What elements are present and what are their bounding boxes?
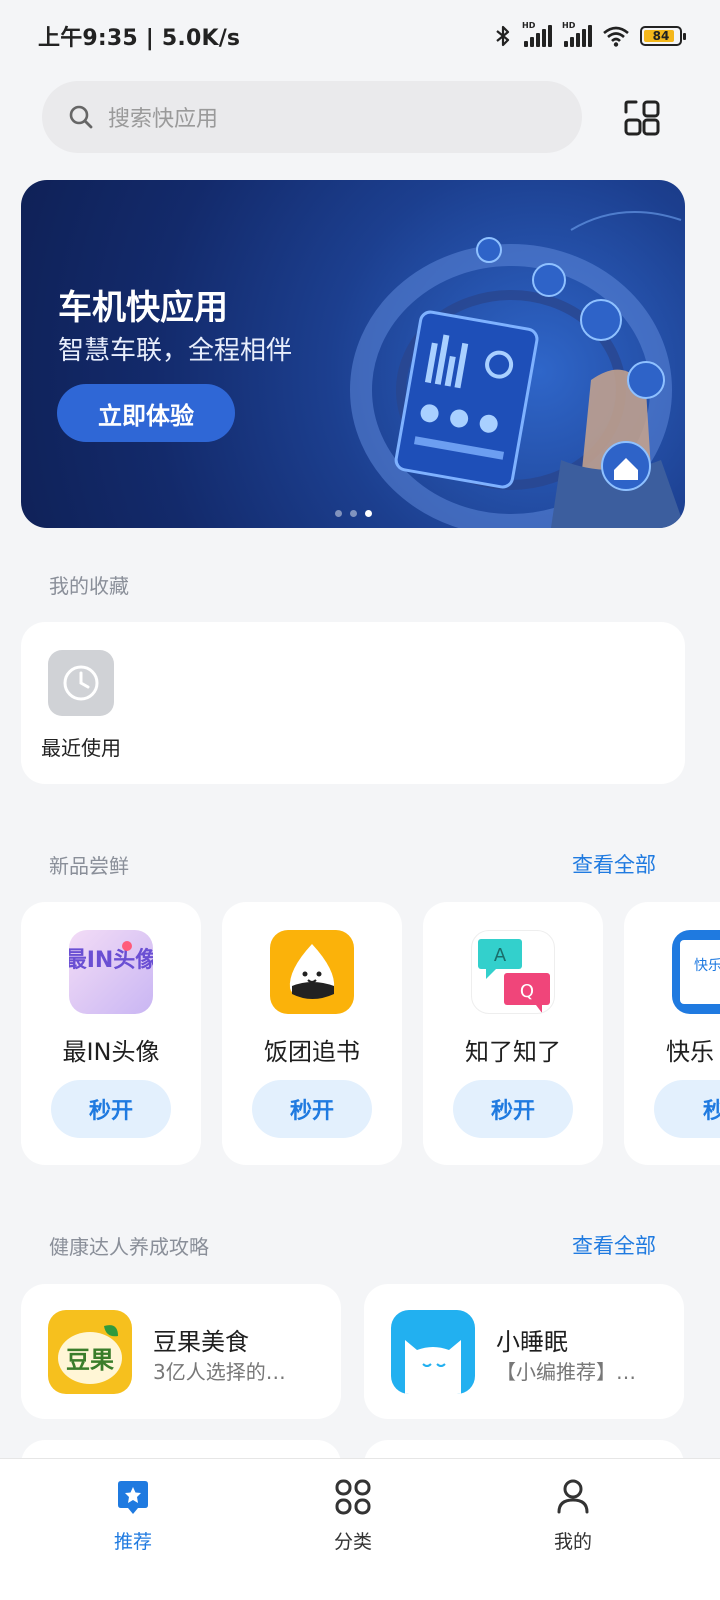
app-name: 最IN头像 <box>62 1038 160 1066</box>
search-icon <box>69 105 93 129</box>
app-card[interactable]: AQ 知了知了 秒开 <box>423 902 603 1165</box>
banner-subtitle: 智慧车联，全程相伴 <box>58 336 293 366</box>
scan-icon[interactable] <box>624 100 660 136</box>
instant-open-button[interactable]: 秒开 <box>453 1080 573 1138</box>
status-time-speed: 上午9:35 | 5.0K/s <box>38 26 241 51</box>
instant-open-button[interactable]: 秒 <box>654 1080 720 1138</box>
search-bar[interactable]: 搜索快应用 <box>42 81 582 153</box>
banner-title: 车机快应用 <box>58 288 228 328</box>
svg-text:A: A <box>494 945 507 966</box>
status-icons: HD HD 84 <box>494 21 686 48</box>
star-tag-icon <box>113 1477 153 1517</box>
favorite-item-recent[interactable]: 最近使用 <box>39 650 123 761</box>
promo-banner[interactable]: 车机快应用 智慧车联，全程相伴 立即体验 <box>21 180 685 528</box>
favorites-title: 我的收藏 <box>49 574 129 598</box>
bottom-navigation: 推荐 分类 我的 <box>0 1458 720 1600</box>
sleep-cat-icon <box>391 1310 475 1394</box>
try-now-button[interactable]: 立即体验 <box>57 384 235 442</box>
app-name: 小睡眠 <box>496 1328 568 1356</box>
app-card[interactable]: 饭团追书 秒开 <box>222 902 402 1165</box>
nav-item-recommend[interactable]: 推荐 <box>73 1477 193 1554</box>
search-placeholder: 搜索快应用 <box>108 107 219 132</box>
svg-text:快乐: 快乐 <box>694 958 720 974</box>
signal-icon: HD <box>522 21 552 47</box>
instant-open-button[interactable]: 秒开 <box>51 1080 171 1138</box>
pagination-dot <box>335 510 342 517</box>
status-bar: 上午9:35 | 5.0K/s HD HD 84 <box>0 0 720 72</box>
battery-icon: 84 <box>640 26 686 46</box>
clock-icon <box>48 650 114 716</box>
svg-text:最IN头像: 最IN头像 <box>69 947 153 973</box>
bluetooth-icon <box>496 25 510 47</box>
app-card[interactable]: 小睡眠 【小编推荐】… <box>364 1284 684 1419</box>
nav-label: 我的 <box>553 1531 592 1553</box>
app-description: 3亿人选择的… <box>153 1360 286 1384</box>
instant-open-button[interactable]: 秒开 <box>252 1080 372 1138</box>
favorites-card: 最近使用 <box>21 622 685 784</box>
nav-item-category[interactable]: 分类 <box>293 1477 413 1554</box>
nav-label: 推荐 <box>113 1531 152 1553</box>
app-card[interactable]: 豆果 豆果美食 3亿人选择的… <box>21 1284 341 1419</box>
app-card[interactable]: 快乐 快乐 秒 <box>624 902 720 1165</box>
pagination-dot-active <box>365 510 372 517</box>
douguo-icon: 豆果 <box>48 1310 132 1394</box>
new-apps-title: 新品尝鲜 <box>49 854 129 878</box>
pagination-dot <box>350 510 357 517</box>
person-icon <box>553 1477 593 1517</box>
banner-pagination <box>335 510 372 517</box>
rice-ball-icon <box>270 930 354 1014</box>
nav-item-mine[interactable]: 我的 <box>513 1477 633 1554</box>
app-name: 饭团追书 <box>264 1038 360 1066</box>
new-apps-see-all-link[interactable]: 查看全部 <box>572 849 656 879</box>
nav-label: 分类 <box>333 1531 372 1553</box>
grid-icon <box>333 1477 373 1517</box>
app-name: 知了知了 <box>465 1038 561 1066</box>
avatar-app-icon: 最IN头像 <box>69 930 153 1014</box>
wifi-icon <box>603 26 629 47</box>
book-icon: 快乐 <box>672 930 720 1014</box>
health-section-title: 健康达人养成攻略 <box>49 1235 209 1259</box>
app-description: 【小编推荐】… <box>496 1360 636 1384</box>
svg-text:豆果: 豆果 <box>66 1346 114 1374</box>
favorite-label: 最近使用 <box>41 736 121 760</box>
app-name: 豆果美食 <box>153 1328 249 1356</box>
svg-text:Q: Q <box>520 981 534 1002</box>
app-name: 快乐 <box>666 1038 714 1066</box>
car-dashboard-illustration <box>350 211 685 528</box>
health-see-all-link[interactable]: 查看全部 <box>572 1230 656 1260</box>
signal-icon-2: HD <box>562 21 592 47</box>
qa-chat-icon: AQ <box>471 930 555 1014</box>
app-card[interactable]: 最IN头像 最IN头像 秒开 <box>21 902 201 1165</box>
